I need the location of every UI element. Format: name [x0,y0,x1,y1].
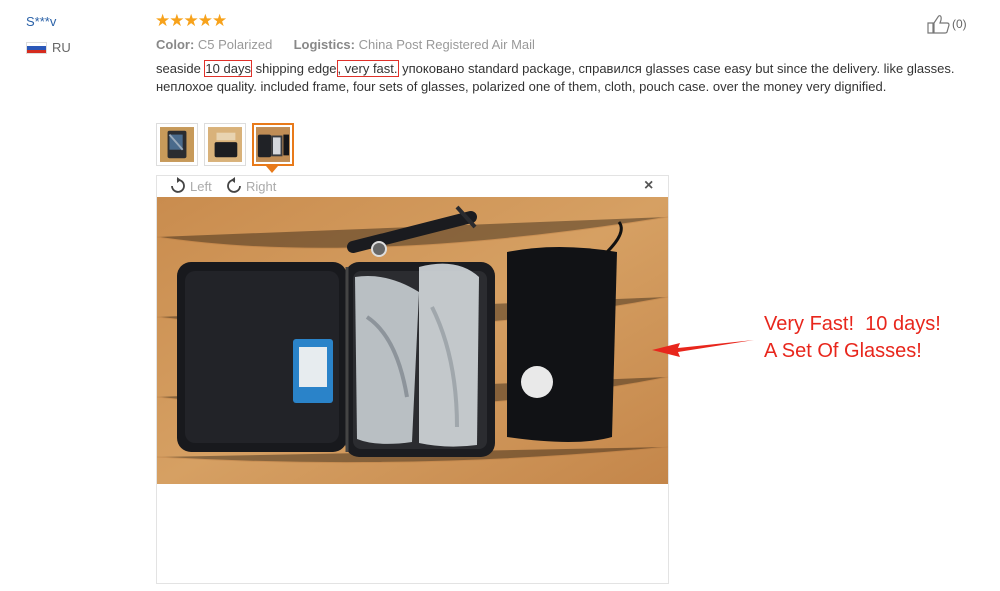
review-seg-1: seaside [156,61,205,76]
rotate-left-label: Left [190,178,212,194]
color-value: C5 Polarized [197,37,273,52]
russia-flag-icon [26,42,47,54]
thumbnail-3[interactable] [252,123,294,166]
review-photo [157,197,668,484]
thumbnail-2[interactable] [204,123,246,166]
logistics-label: Logistics: [293,37,355,52]
thumbs-up-icon [927,15,950,34]
star-rating: ★★★★★ [155,11,227,30]
reviewer-country: RU [52,40,71,55]
thumbnail-pointer [266,166,278,173]
review-photo-image [157,197,668,484]
close-viewer-button[interactable]: × [644,178,653,194]
highlight-box-10-days: 10 days [204,60,252,77]
reviewer-name[interactable]: S***v [26,14,56,29]
rotate-left-icon [171,177,185,193]
rotate-right-button[interactable]: Right [224,177,276,195]
order-meta: Color: C5 Polarized Logistics: China Pos… [156,37,535,52]
thumbnail-1[interactable] [156,123,198,166]
color-label: Color: [156,37,195,52]
annotation-text: Very Fast! 10 days! A Set Of Glasses! [764,313,941,362]
highlight-box-very-fast: , very fast. [336,60,399,77]
thumbnail-image [160,127,194,162]
review-text: seaside 10 days shipping edge, very fast… [156,60,976,95]
rotate-left-button[interactable]: Left [168,177,212,195]
rotate-right-icon [227,177,241,193]
helpful-button[interactable]: (0) [927,14,967,34]
rotate-right-label: Right [246,178,277,194]
red-arrow-icon [652,340,754,357]
thumbnail-image [256,127,290,162]
thumbnail-image [208,127,242,162]
review-seg-2: shipping edge [251,61,337,76]
logistics-value: China Post Registered Air Mail [358,37,535,52]
helpful-count: (0) [952,17,967,31]
